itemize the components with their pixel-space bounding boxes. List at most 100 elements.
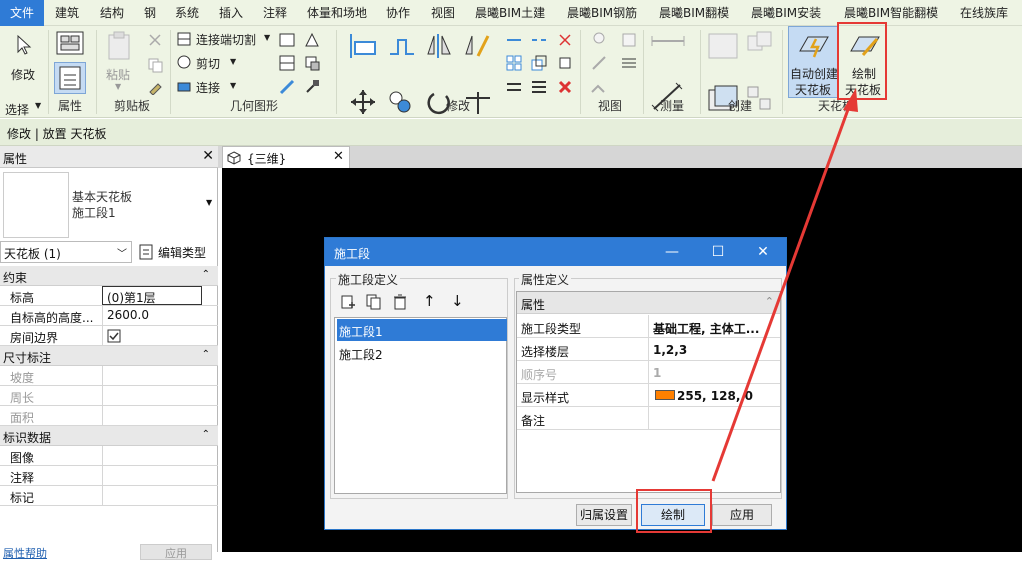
menu-file[interactable]: 文件 [0,0,44,26]
move-up-icon[interactable]: ↑ [423,292,436,310]
copy-element-icon[interactable] [386,88,418,116]
close-icon[interactable]: ✕ [333,149,344,164]
type-selector-dropdown-icon[interactable]: ▼ [206,198,212,207]
linework-icon[interactable] [590,54,608,72]
override-icon[interactable] [620,31,638,49]
menu-massing[interactable]: 体量和场地 [307,0,367,26]
split-gap-icon[interactable] [530,31,548,49]
lightbulb-icon[interactable] [590,31,608,49]
instance-filter-select[interactable]: 天花板 (1) ﹀ [0,241,132,263]
demolish-icon[interactable] [278,78,296,96]
properties-button[interactable] [54,62,86,94]
edit-type-button[interactable]: 编辑类型 [136,241,216,263]
comments-value[interactable] [102,466,202,485]
chevron-down-icon[interactable]: ▼ [35,101,41,110]
create-assembly-icon[interactable] [707,30,741,60]
property-row-display-style[interactable]: 显示样式 255, 128, 0 [517,384,780,407]
cut-join-icon[interactable] [176,31,192,47]
close-icon[interactable]: ✕ [740,238,786,266]
section-constraints[interactable]: 约束 ⌃ [0,266,218,286]
property-row-floors[interactable]: 选择楼层 1,2,3 [517,338,780,361]
cut-geometry-icon[interactable] [176,54,192,70]
properties-help-link[interactable]: 属性帮助 [3,545,47,561]
join-dropdown-icon[interactable]: ▼ [230,81,236,90]
scissors-icon[interactable] [147,32,163,48]
create-parts-icon[interactable] [745,30,775,60]
minimize-icon[interactable]: — [649,238,695,266]
mark-value[interactable] [102,486,202,505]
paste-icon[interactable] [105,30,133,62]
trim-multiple-icon[interactable] [530,78,548,96]
cut-dropdown-icon[interactable]: ▼ [230,57,236,66]
menu-insert[interactable]: 插入 [219,0,243,26]
apply-button[interactable]: 应用 [712,504,772,526]
menu-cx-rebar[interactable]: 晨曦BIM钢筋 [567,0,637,26]
mirror-draw-icon[interactable] [462,30,494,60]
assign-settings-button[interactable]: 归属设置 [576,504,632,526]
match-properties-icon[interactable] [147,79,163,95]
property-row-notes[interactable]: 备注 [517,407,780,430]
menu-cx-civil[interactable]: 晨曦BIM土建 [475,0,545,26]
hide-element-icon[interactable] [590,78,608,96]
properties-apply-button[interactable]: 应用 [140,544,212,560]
cut-join-button[interactable]: 连接端切割 [196,31,256,48]
color-swatch[interactable] [655,390,675,400]
menu-annotate[interactable]: 注释 [263,0,287,26]
trash-icon[interactable] [391,293,409,311]
paste-dropdown-icon[interactable]: ▼ [115,82,121,91]
close-icon[interactable]: ✕ [202,148,214,164]
offset-icon[interactable] [386,30,418,60]
array-icon[interactable] [505,54,523,72]
modify-button[interactable]: 修改 [11,66,35,83]
copy-icon[interactable] [147,57,163,73]
menu-cx-flip[interactable]: 晨曦BIM翻模 [659,0,729,26]
wall-joins-icon[interactable] [278,31,296,49]
menu-cx-mep[interactable]: 晨曦BIM安装 [751,0,821,26]
align-icon[interactable] [347,30,379,60]
dialog-title-bar[interactable]: 施工段 — ☐ ✕ [325,238,786,266]
cut-join-dropdown-icon[interactable]: ▼ [264,33,270,42]
hammer-icon[interactable] [303,78,321,96]
split-face-icon[interactable] [278,54,296,72]
list-item[interactable]: 施工段2 [337,342,507,364]
scale-icon[interactable] [530,54,548,72]
type-properties-icon[interactable] [55,28,87,58]
unpin-icon[interactable] [556,31,574,49]
cursor-arrow-icon[interactable] [14,34,34,56]
menu-architecture[interactable]: 建筑 [55,0,79,26]
menu-steel[interactable]: 钢 [144,0,156,26]
cut-button[interactable]: 剪切 [196,55,220,72]
add-item-icon[interactable] [339,293,357,311]
auto-create-ceiling-button[interactable]: 自动创建 天花板 [788,26,838,98]
property-row-type[interactable]: 施工段类型 基础工程, 主体工... [517,315,780,338]
mirror-axis-icon[interactable] [424,30,456,60]
menu-structure[interactable]: 结构 [100,0,124,26]
offset-value[interactable]: 2600.0 [102,306,202,325]
trim-single-icon[interactable] [505,78,523,96]
move-icon[interactable] [347,88,379,116]
prop-value[interactable]: 基础工程, 主体工... [648,315,779,337]
thin-lines-icon[interactable] [620,54,638,72]
join-icon[interactable] [176,78,192,94]
image-value[interactable] [102,446,202,465]
prop-value-cell[interactable]: 255, 128, 0 [648,384,779,406]
view-tab-3d[interactable]: {三维} ✕ [222,146,350,168]
prop-value[interactable]: 1,2,3 [648,338,779,360]
list-item[interactable]: 施工段1 [337,319,507,341]
pin-icon[interactable] [556,54,574,72]
checkbox-checked-icon[interactable] [107,329,121,343]
prop-value[interactable] [648,407,779,429]
split-element-icon[interactable] [505,31,523,49]
move-down-icon[interactable]: ↓ [451,292,464,310]
paint-icon[interactable] [303,54,321,72]
section-dimensions[interactable]: 尺寸标注 ⌃ [0,346,218,366]
measure-distance-icon[interactable] [650,32,690,50]
menu-family-lib[interactable]: 在线族库 [960,0,1008,26]
menu-collaborate[interactable]: 协作 [386,0,410,26]
menu-view[interactable]: 视图 [431,0,455,26]
copy-item-icon[interactable] [365,293,383,311]
wall-profile-icon[interactable] [303,31,321,49]
maximize-icon[interactable]: ☐ [695,238,741,266]
section-identity[interactable]: 标识数据 ⌃ [0,426,218,446]
delete-icon[interactable] [556,78,574,96]
